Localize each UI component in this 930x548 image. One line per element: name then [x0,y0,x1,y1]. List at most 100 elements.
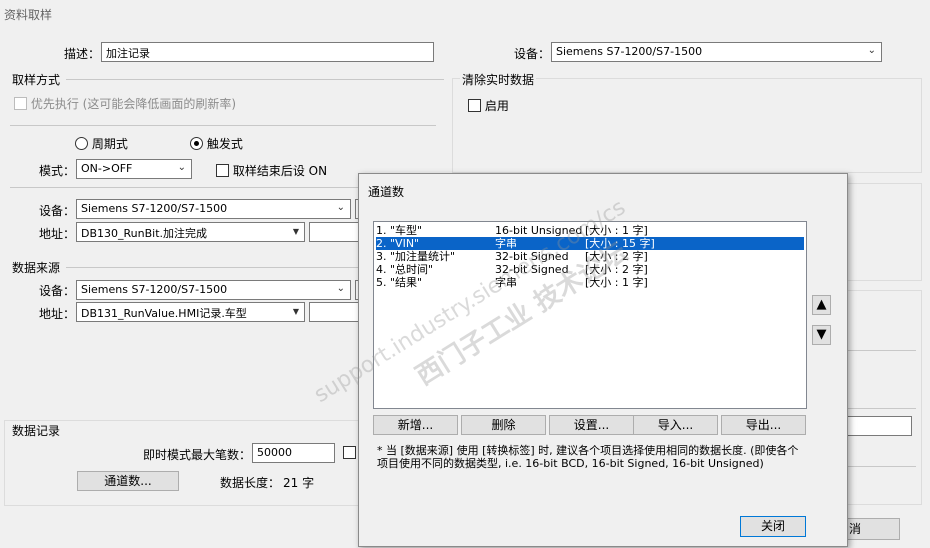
source-device-select[interactable]: Siemens S7-1200/S7-1500 ⌄ [76,280,351,300]
cancel-button[interactable]: 消 [844,518,900,540]
priority-checkbox-label: 优先执行 (这可能会降低画面的刷新率) [30,97,237,111]
divider [10,187,360,188]
list-item[interactable]: 3. "加注量统计" 32-bit Signed [大小 : 2 字] [376,250,804,263]
divider [10,125,436,126]
mode-select[interactable]: ON->OFF ⌄ [76,159,192,179]
source-address-value: DB131_RunValue.HMI记录.车型 [81,307,247,320]
enable-checkbox[interactable]: 启用 [468,97,509,114]
move-down-button[interactable]: ▼ [812,325,831,345]
list-item-size: [大小 : 2 字] [585,263,648,276]
list-item-name: 1. "车型" [376,224,423,237]
add-button[interactable]: 新增... [373,415,458,435]
mode-select-value: ON->OFF [81,162,133,175]
source-address-select[interactable]: DB131_RunValue.HMI记录.车型 ▼ [76,302,305,322]
caret-down-icon: ▼ [292,227,299,236]
clear-panel [452,78,922,173]
record-checkbox[interactable] [343,446,356,460]
trigger-address-offset[interactable] [309,222,361,242]
list-item[interactable]: 4. "总时间" 32-bit Signed [大小 : 2 字] [376,263,804,276]
list-item-name: 4. "总时间" [376,263,434,276]
data-length-value: 21 字 [283,476,315,490]
list-item-name: 3. "加注量统计" [376,250,456,263]
source-address-label: 地址： [39,307,76,321]
source-device-label: 设备： [39,284,76,298]
trigger-device-value: Siemens S7-1200/S7-1500 [81,202,228,215]
delete-button[interactable]: 删除 [461,415,546,435]
trigger-address-value: DB130_RunBit.加注完成 [81,227,208,240]
list-item-name: 5. "结果" [376,276,423,289]
divider [840,350,916,351]
mode-label: 模式： [39,164,76,178]
device-select[interactable]: Siemens S7-1200/S7-1500 ⌄ [551,42,882,62]
list-item-type: 字串 [495,276,517,289]
trigger-address-select[interactable]: DB130_RunBit.加注完成 ▼ [76,222,305,242]
enable-checkbox-label: 启用 [484,99,509,113]
set-on-checkbox-label: 取样结束后设 ON [232,164,328,178]
window-title: 资料取样 [4,8,53,22]
triangle-up-icon: ▲ [816,297,827,312]
channels-button[interactable]: 通道数... [77,471,179,491]
chevron-down-icon: ⌄ [336,202,345,213]
list-item[interactable]: 2. "VIN" 字串 [大小 : 15 字] [375,236,805,251]
trigger-device-label: 设备： [39,204,76,218]
source-section-title: 数据来源 [12,261,61,275]
right-panel [840,183,922,281]
list-item-size: [大小 : 15 字] [585,237,655,250]
trigger-radio-label: 触发式 [206,137,243,151]
settings-button[interactable]: 设置... [549,415,634,435]
list-item-type: 32-bit Signed [495,250,569,263]
trigger-radio[interactable]: 触发式 [190,135,243,152]
priority-checkbox-box [14,97,27,110]
length-note: * 当 [数据来源] 使用 [转换标签] 时, 建议各个项目选择使用相同的数据长… [377,444,799,470]
divider [66,267,360,268]
source-device-value: Siemens S7-1200/S7-1500 [81,283,228,296]
max-records-input[interactable]: 50000 [252,443,335,463]
chevron-down-icon: ⌄ [177,162,186,173]
export-button[interactable]: 导出... [721,415,806,435]
description-input[interactable]: 加注记录 [101,42,434,62]
source-address-offset[interactable] [309,302,361,322]
description-label: 描述： [64,47,101,61]
radio-icon [75,137,88,150]
record-section-title: 数据记录 [12,422,64,439]
sampling-section-title: 取样方式 [12,73,61,87]
clear-section-title: 清除实时数据 [460,71,537,88]
list-item-size: [大小 : 2 字] [585,250,648,263]
list-item-type: 32-bit Signed [495,263,569,276]
close-button[interactable]: 关闭 [740,516,806,537]
max-records-label: 即时模式最大笔数： [143,448,252,462]
trigger-address-label: 地址： [39,227,76,241]
channels-list[interactable]: 1. "车型" 16-bit Unsigned [大小 : 1 字] 2. "VIN"… [373,221,807,409]
right-input[interactable] [846,416,912,436]
list-item-type: 字串 [495,237,517,250]
device-label: 设备： [514,47,551,61]
list-item-type: 16-bit Unsigned [495,224,583,237]
list-item-size: [大小 : 1 字] [585,276,648,289]
move-up-button[interactable]: ▲ [812,295,831,315]
data-length-label: 数据长度： [220,476,281,490]
list-item-size: [大小 : 1 字] [585,224,648,237]
divider [840,408,916,409]
divider [66,79,444,80]
right-panel [840,290,922,505]
list-item-name: 2. "VIN" [376,237,420,250]
list-item[interactable]: 5. "结果" 字串 [大小 : 1 字] [376,276,804,289]
triangle-down-icon: ▼ [816,327,827,342]
enable-checkbox-box [468,99,481,112]
trigger-device-select[interactable]: Siemens S7-1200/S7-1500 ⌄ [76,199,351,219]
chevron-down-icon: ⌄ [336,283,345,294]
priority-checkbox[interactable]: 优先执行 (这可能会降低画面的刷新率) [14,95,236,112]
set-on-checkbox[interactable]: 取样结束后设 ON [216,162,327,179]
periodic-radio-label: 周期式 [91,137,128,151]
dialog-title: 通道数 [368,185,405,199]
periodic-radio[interactable]: 周期式 [75,135,128,152]
caret-down-icon: ▼ [292,307,299,316]
device-select-value: Siemens S7-1200/S7-1500 [556,45,703,58]
divider [840,466,916,467]
list-item[interactable]: 1. "车型" 16-bit Unsigned [大小 : 1 字] [376,224,804,237]
channels-dialog: 通道数 1. "车型" 16-bit Unsigned [大小 : 1 字] 2. "… [310,173,848,547]
set-on-checkbox-box [216,164,229,177]
chevron-down-icon: ⌄ [867,45,876,56]
import-button[interactable]: 导入... [633,415,718,435]
record-checkbox-box [343,446,356,459]
